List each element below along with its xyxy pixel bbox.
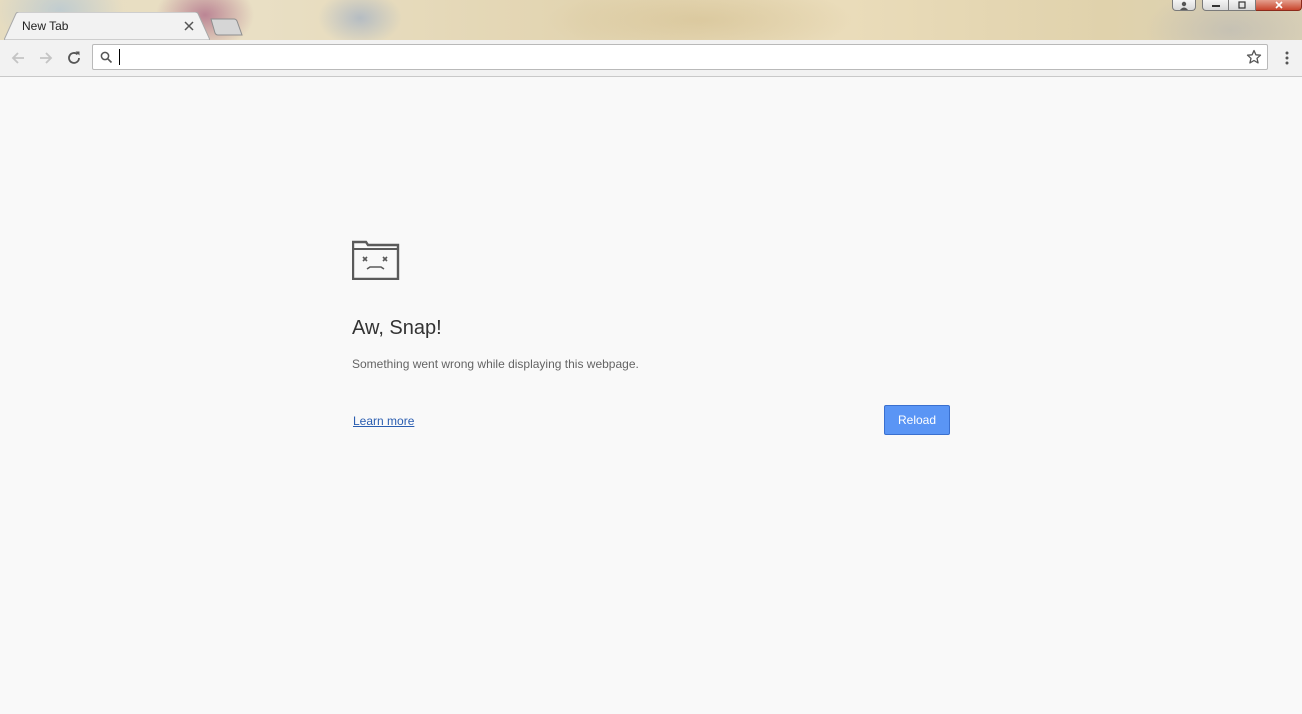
reload-icon (68, 51, 80, 64)
close-icon[interactable] (182, 19, 196, 33)
tab-new-tab[interactable]: New Tab (4, 12, 210, 40)
window-close-button[interactable] (1256, 0, 1302, 11)
new-tab-button[interactable] (208, 18, 244, 36)
address-bar[interactable] (92, 44, 1268, 70)
minimize-button[interactable] (1202, 0, 1229, 11)
maximize-button[interactable] (1229, 0, 1256, 11)
arrow-right-icon (40, 52, 53, 64)
text-caret (119, 49, 120, 65)
arrow-left-icon (11, 52, 24, 64)
error-message: Something went wrong while displaying th… (352, 357, 639, 371)
user-icon (1180, 1, 1188, 10)
tab-title: New Tab (22, 19, 69, 33)
search-icon (100, 51, 113, 69)
star-icon[interactable] (1246, 49, 1262, 70)
window-controls (1172, 0, 1302, 12)
browser-window: New Tab Aw, Snap! Something went wrong w… (0, 0, 1302, 714)
sad-folder-icon (351, 240, 400, 285)
learn-more-link[interactable]: Learn more (353, 414, 414, 428)
forward-button[interactable] (36, 48, 56, 68)
address-input[interactable] (119, 47, 1239, 67)
reload-page-button[interactable]: Reload (884, 405, 950, 435)
error-heading: Aw, Snap! (352, 317, 442, 339)
tab-strip: New Tab (0, 0, 1302, 40)
profile-button[interactable] (1172, 0, 1196, 11)
restore-icon (1238, 1, 1246, 9)
chrome-menu-button[interactable] (1280, 48, 1294, 68)
close-icon (1274, 1, 1283, 9)
back-button[interactable] (8, 48, 28, 68)
toolbar (0, 40, 1302, 77)
minimize-icon (1211, 5, 1220, 7)
error-page: Aw, Snap! Something went wrong while dis… (0, 77, 1302, 714)
reload-button[interactable] (64, 48, 84, 68)
vertical-dots-icon (1285, 51, 1289, 65)
